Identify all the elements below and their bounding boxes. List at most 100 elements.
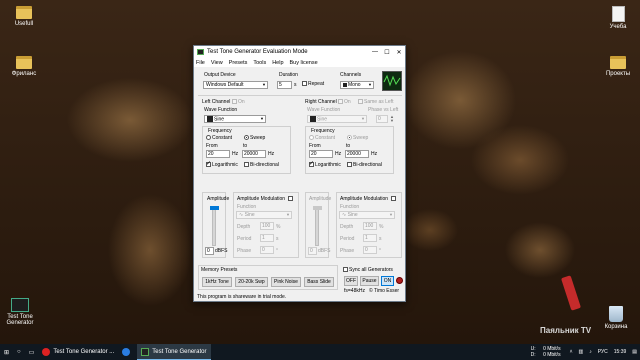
desktop-icon-test-tone-generator[interactable]: Test Tone Generator xyxy=(0,298,40,326)
right-wave-function-select[interactable]: Sine ▼ xyxy=(307,115,367,123)
left-sweep-radio[interactable]: Sweep xyxy=(244,135,265,141)
window-title: Test Tone Generator Evaluation Mode xyxy=(207,49,308,55)
sine-wave-icon xyxy=(207,116,213,122)
download-label: D: xyxy=(530,352,536,358)
notifications-icon[interactable]: ▤ xyxy=(632,349,637,355)
right-on-checkbox[interactable]: On xyxy=(338,99,351,105)
left-amp-mod-checkbox[interactable] xyxy=(288,196,294,202)
taskbar-item-label: Test Tone Generator xyxy=(152,348,207,355)
desktop-icon-recycle-bin[interactable]: Корзина xyxy=(594,306,638,330)
right-amp-mod-checkbox[interactable] xyxy=(391,196,397,202)
right-amplitude-label: Amplitude xyxy=(309,196,332,202)
chevron-down-icon: ▼ xyxy=(262,82,266,87)
left-wave-value: Sine xyxy=(214,116,225,123)
close-icon[interactable]: ✕ xyxy=(393,49,405,56)
left-logarithmic-checkbox[interactable]: Logarithmic xyxy=(206,160,238,168)
status-bar-text: This program is shareware in trial mode. xyxy=(197,294,287,300)
maximize-icon[interactable]: ☐ xyxy=(381,49,393,56)
right-amplitude-slider-track[interactable] xyxy=(315,206,319,246)
left-constant-radio[interactable]: Constant xyxy=(206,135,232,141)
menu-file[interactable]: File xyxy=(196,60,205,66)
preset-pink-noise-button[interactable]: Pink Noise xyxy=(271,277,301,287)
document-icon xyxy=(611,6,625,22)
left-dbfs-input[interactable]: 0 xyxy=(205,247,214,255)
right-function-select[interactable]: ∿ Sine ▼ xyxy=(339,211,395,219)
left-amplitude-slider-thumb[interactable] xyxy=(210,206,219,210)
minimize-icon[interactable]: — xyxy=(369,49,381,55)
record-icon[interactable] xyxy=(396,277,403,284)
menu-tools[interactable]: Tools xyxy=(253,60,266,66)
copyright: © Timo Esser xyxy=(369,288,400,294)
desktop-icon-freelance[interactable]: Фриланс xyxy=(2,56,46,77)
right-constant-label: Constant xyxy=(315,135,336,141)
window-titlebar[interactable]: Test Tone Generator Evaluation Mode — ☐ … xyxy=(194,46,405,58)
duration-unit: s xyxy=(294,82,297,88)
task-view-button[interactable]: ▭ xyxy=(25,344,39,360)
desktop-icon-study[interactable]: Учеба xyxy=(596,6,640,30)
left-amplitude-label: Amplitude xyxy=(207,196,230,202)
spinner-icon[interactable]: ▲ ▼ xyxy=(390,115,394,123)
right-depth-input[interactable]: 100 xyxy=(363,222,377,230)
left-function-select[interactable]: ∿ Sine ▼ xyxy=(236,211,292,219)
right-phase-vs-left-input[interactable]: 0 xyxy=(376,115,388,123)
right-on-label: On xyxy=(344,99,351,105)
menu-view[interactable]: View xyxy=(211,60,223,66)
right-period-input[interactable]: 1 xyxy=(363,234,377,242)
chevron-up-icon[interactable]: ˄ xyxy=(570,349,573,355)
duration-input[interactable]: 5 xyxy=(277,81,292,89)
right-dbfs-input[interactable]: 0 xyxy=(308,247,317,255)
left-amp-mod-checkbox-label: Amplitude Modulation xyxy=(237,196,286,202)
checkbox-box xyxy=(358,99,363,105)
search-button[interactable]: ○ xyxy=(13,344,25,360)
off-button[interactable]: OFF xyxy=(344,276,358,286)
start-button[interactable]: ⊞ xyxy=(0,344,13,360)
taskbar-item-chrome[interactable] xyxy=(118,344,137,360)
left-phase-unit: ° xyxy=(276,248,278,254)
preset-sweep-button[interactable]: 20-20k Swp xyxy=(235,277,268,287)
left-period-input[interactable]: 1 xyxy=(260,234,274,242)
right-logarithmic-checkbox[interactable]: Logarithmic xyxy=(309,160,341,168)
left-phase-input[interactable]: 0 xyxy=(260,246,274,254)
menu-buy-license[interactable]: Buy license xyxy=(290,60,318,66)
preset-1khz-tone-button[interactable]: 1kHz Tone xyxy=(202,277,232,287)
right-to-input[interactable]: 20000 xyxy=(345,150,369,158)
taskbar-item-browser[interactable]: Test Tone Generator ... xyxy=(38,344,118,360)
radio-dot xyxy=(244,135,249,141)
network-icon[interactable]: ▥ xyxy=(579,349,584,355)
left-from-input[interactable]: 20 xyxy=(206,150,230,158)
right-same-as-left-checkbox[interactable]: Same as Left xyxy=(358,99,393,105)
left-wave-function-select[interactable]: Sine ▼ xyxy=(204,115,266,123)
browser-icon xyxy=(122,348,131,356)
right-sweep-radio[interactable]: Sweep xyxy=(347,135,368,141)
left-on-checkbox[interactable]: On xyxy=(232,99,245,105)
repeat-checkbox[interactable]: Repeat xyxy=(302,81,324,87)
sync-generators-checkbox[interactable]: Sync all Generators xyxy=(343,267,393,273)
on-button[interactable]: ON xyxy=(381,276,394,286)
right-phase-input[interactable]: 0 xyxy=(363,246,377,254)
left-from-unit: Hz xyxy=(232,151,239,157)
output-device-select[interactable]: Windows Default ▼ xyxy=(203,81,268,89)
menu-presets[interactable]: Presets xyxy=(229,60,248,66)
language-indicator[interactable]: РУС xyxy=(598,349,608,355)
right-constant-radio[interactable]: Constant xyxy=(309,135,335,141)
channels-select[interactable]: Mono ▼ xyxy=(340,81,374,89)
right-bidirectional-checkbox[interactable]: Bi-directional xyxy=(347,162,382,168)
test-tone-generator-window: Test Tone Generator Evaluation Mode — ☐ … xyxy=(193,45,406,302)
desktop-icon-usefull[interactable]: Usefull xyxy=(2,6,46,27)
left-to-input[interactable]: 20000 xyxy=(242,150,266,158)
clock[interactable]: 15:39 xyxy=(614,349,627,355)
menu-help[interactable]: Help xyxy=(272,60,283,66)
left-amplitude-slider-track[interactable] xyxy=(212,206,216,246)
pause-button[interactable]: Pause xyxy=(360,276,379,286)
right-amplitude-slider-thumb[interactable] xyxy=(313,206,322,210)
right-from-input[interactable]: 20 xyxy=(309,150,333,158)
left-bidirectional-checkbox[interactable]: Bi-directional xyxy=(244,162,279,168)
desktop-icon-projects[interactable]: Проекты xyxy=(596,56,640,77)
left-depth-input[interactable]: 100 xyxy=(260,222,274,230)
channels-value: Mono xyxy=(348,82,361,88)
volume-icon[interactable]: ♪ xyxy=(589,349,592,355)
taskbar-item-app[interactable]: Test Tone Generator xyxy=(137,344,211,360)
preset-bass-slide-button[interactable]: Bass Slide xyxy=(304,277,334,287)
output-device-label: Output Device xyxy=(204,72,236,78)
right-phase-vs-left-label: Phase vs Left xyxy=(368,107,399,113)
